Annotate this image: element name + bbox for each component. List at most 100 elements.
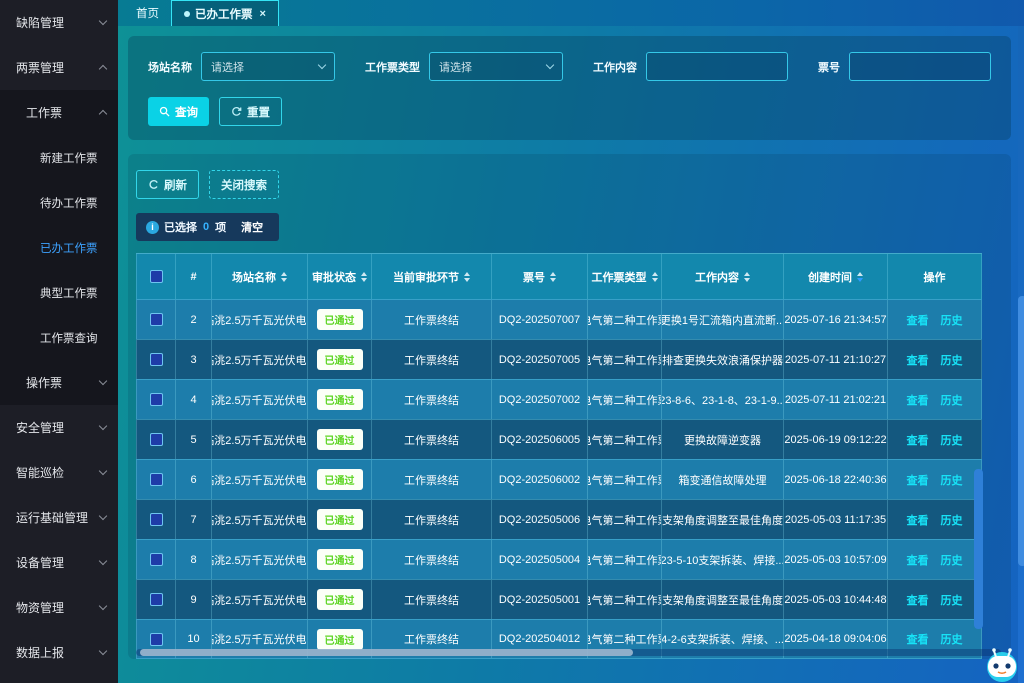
view-link[interactable]: 查看 — [907, 432, 929, 448]
row-checkbox[interactable] — [150, 313, 163, 326]
table-header-row: #场站名称审批状态当前审批环节票号工作票类型工作内容创建时间操作 — [136, 253, 982, 299]
sort-icon[interactable] — [744, 272, 750, 282]
header-cell-6[interactable]: 工作内容 — [662, 254, 784, 299]
row-cell-6: 箱变通信故障处理 — [662, 460, 784, 499]
sidebar-item-10[interactable]: 智能巡检 — [0, 450, 118, 495]
sidebar-item-4[interactable]: 待办工作票 — [0, 180, 118, 225]
view-link[interactable]: 查看 — [907, 512, 929, 528]
close-search-button[interactable]: 关闭搜索 — [209, 170, 279, 199]
view-link[interactable]: 查看 — [907, 552, 929, 568]
chevron-up-icon — [99, 110, 107, 118]
sort-icon[interactable] — [857, 272, 863, 282]
vertical-scrollbar-thumb[interactable] — [1018, 296, 1024, 566]
row-cell-4: DQ2-202507002 — [492, 380, 588, 419]
row-cell-1: 临洮2.5万千瓦光伏电... — [212, 420, 308, 459]
ticket-no-input[interactable] — [849, 52, 991, 81]
history-link[interactable]: 历史 — [941, 312, 963, 328]
sidebar-item-2[interactable]: 工作票 — [0, 90, 118, 135]
history-link[interactable]: 历史 — [941, 472, 963, 488]
refresh-button[interactable]: 刷新 — [136, 170, 199, 199]
sidebar-item-6[interactable]: 典型工作票 — [0, 270, 118, 315]
tab-home[interactable]: 首页 — [124, 0, 171, 26]
history-link[interactable]: 历史 — [941, 592, 963, 608]
sidebar-item-13[interactable]: 物资管理 — [0, 585, 118, 630]
row-checkbox[interactable] — [150, 513, 163, 526]
header-cell-7[interactable]: 创建时间 — [784, 254, 888, 299]
sidebar-item-0[interactable]: 缺陷管理 — [0, 0, 118, 45]
horizontal-scrollbar[interactable] — [136, 649, 1001, 656]
sidebar-item-1[interactable]: 两票管理 — [0, 45, 118, 90]
row-checkbox[interactable] — [150, 433, 163, 446]
tab-done-work-tickets[interactable]: 已办工作票× — [171, 0, 279, 26]
row-cell-4: DQ2-202506002 — [492, 460, 588, 499]
header-cell-4[interactable]: 票号 — [492, 254, 588, 299]
table-row: 9临洮2.5万千瓦光伏电...已通过工作票终结DQ2-202505001电气第二… — [136, 579, 982, 619]
sidebar-item-3[interactable]: 新建工作票 — [0, 135, 118, 180]
sidebar-item-label: 工作票查询 — [40, 330, 98, 346]
history-link[interactable]: 历史 — [941, 631, 963, 647]
history-link[interactable]: 历史 — [941, 352, 963, 368]
ticket-type-select[interactable]: 请选择 — [429, 52, 563, 81]
row-checkbox[interactable] — [150, 393, 163, 406]
info-icon: i — [146, 221, 159, 234]
sort-icon[interactable] — [281, 272, 287, 282]
horizontal-scrollbar-thumb[interactable] — [140, 649, 633, 656]
row-checkbox[interactable] — [150, 633, 163, 646]
history-link[interactable]: 历史 — [941, 392, 963, 408]
history-link[interactable]: 历史 — [941, 432, 963, 448]
row-cell-4: DQ2-202505004 — [492, 540, 588, 579]
sidebar-item-14[interactable]: 数据上报 — [0, 630, 118, 675]
station-name-select[interactable]: 请选择 — [201, 52, 335, 81]
row-checkbox-cell — [136, 460, 176, 499]
sort-icon[interactable] — [464, 272, 470, 282]
view-link[interactable]: 查看 — [907, 631, 929, 647]
row-cell-0: 2 — [176, 300, 212, 339]
row-cell-4: DQ2-202505001 — [492, 580, 588, 619]
sidebar-item-7[interactable]: 工作票查询 — [0, 315, 118, 360]
ticket-type-filter: 工作票类型 请选择 — [365, 52, 563, 81]
search-button[interactable]: 查询 — [148, 97, 209, 126]
row-checkbox[interactable] — [150, 593, 163, 606]
sidebar-item-8[interactable]: 操作票 — [0, 360, 118, 405]
view-link[interactable]: 查看 — [907, 392, 929, 408]
header-cell-8[interactable]: 操作 — [888, 254, 982, 299]
ticket-no-filter: 票号 — [818, 52, 991, 81]
sidebar-item-5[interactable]: 已办工作票 — [0, 225, 118, 270]
column-label: 工作票类型 — [592, 269, 647, 285]
sort-icon[interactable] — [550, 272, 556, 282]
select-all-checkbox[interactable] — [150, 270, 163, 283]
clear-selection-link[interactable]: 清空 — [241, 219, 263, 235]
table-toolbar: 刷新 关闭搜索 — [136, 170, 1005, 199]
history-link[interactable]: 历史 — [941, 552, 963, 568]
sort-icon[interactable] — [652, 272, 658, 282]
header-cell-0[interactable]: # — [176, 254, 212, 299]
view-link[interactable]: 查看 — [907, 592, 929, 608]
sidebar-item-11[interactable]: 运行基础管理 — [0, 495, 118, 540]
header-cell-3[interactable]: 当前审批环节 — [372, 254, 492, 299]
header-cell-2[interactable]: 审批状态 — [308, 254, 372, 299]
sidebar-item-9[interactable]: 安全管理 — [0, 405, 118, 450]
tab-close-icon[interactable]: × — [260, 8, 266, 20]
history-link[interactable]: 历史 — [941, 512, 963, 528]
row-cell-5: 电气第二种工作票 — [588, 340, 662, 379]
view-link[interactable]: 查看 — [907, 312, 929, 328]
sidebar-item-label: 两票管理 — [16, 59, 64, 76]
row-checkbox[interactable] — [150, 473, 163, 486]
header-cell-1[interactable]: 场站名称 — [212, 254, 308, 299]
reset-button[interactable]: 重置 — [219, 97, 282, 126]
work-content-input[interactable] — [646, 52, 788, 81]
row-cell-1: 临洮2.5万千瓦光伏电... — [212, 460, 308, 499]
sidebar-item-12[interactable]: 设备管理 — [0, 540, 118, 585]
sort-icon[interactable] — [361, 272, 367, 282]
tabbar: 首页已办工作票× — [118, 0, 1024, 26]
view-link[interactable]: 查看 — [907, 352, 929, 368]
row-checkbox[interactable] — [150, 553, 163, 566]
table-scrollbar-thumb[interactable] — [974, 469, 983, 629]
assistant-robot-icon[interactable] — [981, 643, 1023, 683]
row-checkbox[interactable] — [150, 353, 163, 366]
header-cell-5[interactable]: 工作票类型 — [588, 254, 662, 299]
vertical-scrollbar[interactable] — [1018, 26, 1024, 683]
row-cell-4: DQ2-202507005 — [492, 340, 588, 379]
row-actions-cell: 查看历史 — [888, 540, 982, 579]
view-link[interactable]: 查看 — [907, 472, 929, 488]
